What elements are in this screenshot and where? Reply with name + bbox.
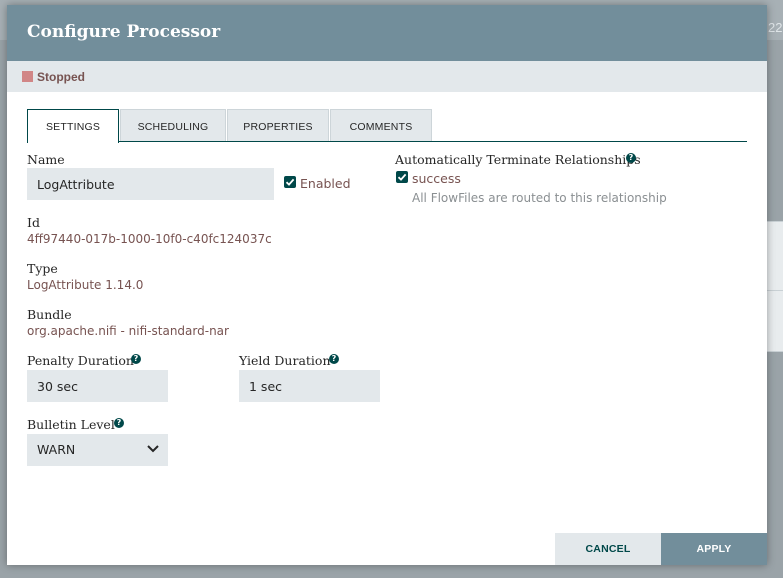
help-icon[interactable]: ? <box>131 354 141 364</box>
name-label: Name <box>27 152 65 167</box>
tab-comments[interactable]: COMMENTS <box>330 109 432 142</box>
background-processor-card <box>766 221 783 293</box>
bundle-label: Bundle <box>27 307 72 322</box>
tab-settings[interactable]: SETTINGS <box>27 109 119 143</box>
type-label: Type <box>27 261 58 276</box>
chevron-down-icon <box>147 445 159 453</box>
type-value: LogAttribute 1.14.0 <box>27 278 144 292</box>
yield-duration-input[interactable] <box>239 370 380 402</box>
success-relationship-checkbox[interactable] <box>396 171 408 183</box>
penalty-duration-label: Penalty Duration <box>27 353 134 368</box>
configure-processor-dialog: Configure Processor Stopped SETTINGS SCH… <box>7 5 767 565</box>
id-value: 4ff97440-017b-1000-10f0-c40fc124037c <box>27 232 272 246</box>
stopped-icon <box>22 71 33 82</box>
tab-properties[interactable]: PROPERTIES <box>227 109 329 142</box>
bulletin-level-value: WARN <box>37 442 76 457</box>
bundle-value: org.apache.nifi - nifi-standard-nar <box>27 324 229 338</box>
yield-duration-label: Yield Duration <box>239 353 331 368</box>
background-processor-card <box>766 290 783 352</box>
check-icon <box>285 178 295 186</box>
enabled-label: Enabled <box>300 176 351 191</box>
name-input[interactable] <box>27 168 274 200</box>
relationship-name: success <box>412 171 461 186</box>
help-icon[interactable]: ? <box>114 418 124 428</box>
bulletin-level-label: Bulletin Level <box>27 417 115 432</box>
apply-button[interactable]: APPLY <box>661 533 767 565</box>
auto-terminate-label: Automatically Terminate Relationships <box>395 152 641 167</box>
tab-scheduling[interactable]: SCHEDULING <box>120 109 226 142</box>
id-label: Id <box>27 215 40 230</box>
help-icon[interactable]: ? <box>329 354 339 364</box>
background-clock: 22: <box>768 20 783 35</box>
status-text: Stopped <box>37 70 85 84</box>
relationship-description: All FlowFiles are routed to this relatio… <box>412 191 667 205</box>
cancel-button[interactable]: CANCEL <box>555 533 661 565</box>
tab-divider <box>27 141 747 142</box>
help-icon[interactable]: ? <box>626 153 636 163</box>
enabled-checkbox[interactable] <box>284 176 296 188</box>
check-icon <box>397 173 407 181</box>
penalty-duration-input[interactable] <box>27 370 168 402</box>
bulletin-level-select[interactable]: WARN <box>27 434 168 466</box>
dialog-header: Configure Processor <box>7 5 767 61</box>
status-bar: Stopped <box>7 61 767 92</box>
dialog-title: Configure Processor <box>27 22 221 42</box>
